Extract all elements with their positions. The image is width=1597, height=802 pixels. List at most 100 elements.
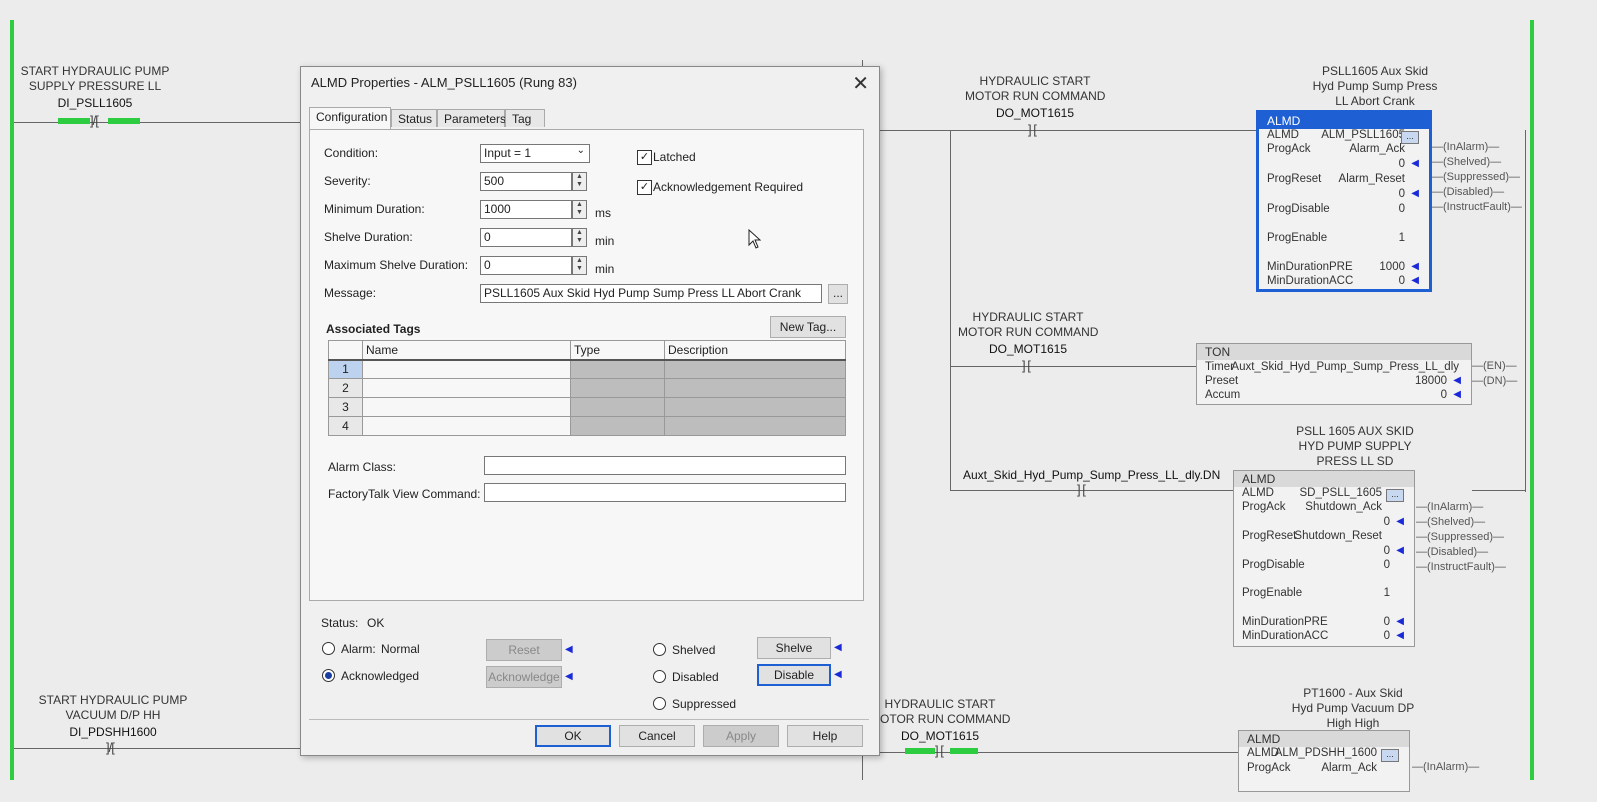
almd-block-alm-pdshh-1600[interactable]: ALMD ALMD ALM_PDSHH_1600... ProgAck Alarm_…: [1238, 730, 1410, 792]
block-row[interactable]: MinDurationACC 0 ◀: [1242, 630, 1408, 644]
min-duration-spinner[interactable]: ▲ ▼: [572, 200, 587, 219]
contact-tag[interactable]: DO_MOT1615: [958, 342, 1098, 357]
almd-properties-dialog[interactable]: ALMD Properties - ALM_PSLL1605 (Rung 83)…: [300, 66, 880, 756]
block-browse-button[interactable]: ...: [1381, 749, 1399, 762]
nc-contact-icon[interactable]: ]/[: [106, 740, 115, 755]
output-coil[interactable]: —(EN)—: [1472, 359, 1517, 374]
tab-status[interactable]: Status: [391, 109, 437, 127]
row-number[interactable]: 1: [328, 359, 363, 379]
apply-button[interactable]: Apply: [703, 725, 779, 747]
shelve-duration-spinner[interactable]: ▲ ▼: [572, 228, 587, 247]
output-coil[interactable]: —(Disabled)—: [1416, 545, 1506, 560]
block-row[interactable]: Preset 18000 ◀: [1205, 375, 1465, 389]
grid-cell-name[interactable]: [362, 359, 571, 379]
rung-wire: [950, 366, 1198, 367]
disable-button[interactable]: Disable: [757, 664, 831, 686]
block-row[interactable]: ProgAck Alarm_Ack: [1267, 143, 1423, 157]
output-coil[interactable]: —(DN)—: [1472, 374, 1517, 389]
block-row[interactable]: 0 ◀: [1242, 516, 1408, 530]
help-button[interactable]: Help: [787, 725, 863, 747]
output-coil[interactable]: —(InstructFault)—: [1416, 560, 1506, 575]
output-coil[interactable]: —(InAlarm)—: [1416, 500, 1506, 515]
ack-required-checkbox[interactable]: ✓: [637, 180, 652, 195]
block-row[interactable]: ProgEnable 1: [1242, 587, 1408, 601]
block-row[interactable]: ProgReset Alarm_Reset: [1267, 173, 1423, 187]
condition-select[interactable]: Input = 1 ⌄: [480, 144, 590, 163]
block-row[interactable]: MinDurationPRE 0 ◀: [1242, 616, 1408, 630]
tab-tag[interactable]: Tag: [505, 109, 545, 127]
min-duration-input[interactable]: 1000: [480, 200, 572, 219]
no-contact-icon[interactable]: ] [: [1077, 482, 1086, 497]
block-row[interactable]: Timer Auxt_Skid_Hyd_Pump_Sump_Press_LL_dl…: [1205, 361, 1465, 375]
block-row[interactable]: MinDurationACC 0 ◀: [1267, 275, 1423, 289]
no-contact-icon[interactable]: ] [: [1022, 358, 1031, 373]
alarm-radio: [322, 642, 335, 655]
block-row[interactable]: 0 ◀: [1267, 158, 1423, 172]
grid-cell-name[interactable]: [362, 397, 571, 417]
ft-view-command-input[interactable]: [484, 483, 846, 502]
table-row[interactable]: 2: [328, 378, 846, 398]
output-coil[interactable]: —(Shelved)—: [1416, 515, 1506, 530]
max-shelve-spinner[interactable]: ▲ ▼: [572, 256, 587, 275]
severity-spinner[interactable]: ▲ ▼: [572, 172, 587, 191]
block-row[interactable]: MinDurationPRE 1000 ◀: [1267, 261, 1423, 275]
output-coil[interactable]: —(Disabled)—: [1432, 185, 1522, 200]
block-row[interactable]: ProgDisable 0: [1267, 203, 1423, 217]
grid-cell-name[interactable]: [362, 378, 571, 398]
row-number[interactable]: 4: [328, 416, 363, 436]
block-row[interactable]: Accum 0 ◀: [1205, 389, 1465, 403]
output-coil[interactable]: —(Shelved)—: [1432, 155, 1522, 170]
almd-block-sd-psll-1605[interactable]: ALMD ALMD SD_PSLL_1605... ProgAck Shutdown…: [1233, 470, 1415, 647]
tab-parameters[interactable]: Parameters: [437, 109, 506, 127]
block-row[interactable]: 0 ◀: [1267, 188, 1423, 202]
table-row[interactable]: 3: [328, 397, 846, 417]
shelve-duration-input[interactable]: 0: [480, 228, 572, 247]
output-coil[interactable]: —(InstructFault)—: [1432, 200, 1522, 215]
new-tag-button[interactable]: New Tag...: [770, 316, 846, 338]
table-row[interactable]: 4: [328, 416, 846, 436]
shelved-label: Shelved: [672, 643, 716, 657]
message-input[interactable]: PSLL1605 Aux Skid Hyd Pump Sump Press LL…: [480, 284, 822, 303]
block-row[interactable]: ALMD SD_PSLL_1605...: [1242, 487, 1408, 502]
output-coil[interactable]: —(Suppressed)—: [1432, 170, 1522, 185]
block-row[interactable]: ALMD ALM_PSLL1605...: [1267, 129, 1423, 144]
block-row[interactable]: ProgAck Alarm_Ack: [1247, 762, 1403, 776]
block-row[interactable]: ProgEnable 1: [1267, 232, 1423, 246]
reset-button[interactable]: Reset: [486, 639, 562, 661]
no-contact-icon[interactable]: ] [: [1028, 122, 1037, 137]
block-row[interactable]: ALMD ALM_PDSHH_1600...: [1247, 747, 1403, 762]
contact-tag[interactable]: DO_MOT1615: [870, 729, 1010, 744]
contact-tag[interactable]: DI_PDSHH1600: [38, 725, 188, 740]
message-browse-button[interactable]: ...: [828, 284, 848, 304]
block-row[interactable]: ProgDisable 0: [1242, 559, 1408, 573]
cancel-button[interactable]: Cancel: [619, 725, 695, 747]
shelve-button[interactable]: Shelve: [757, 637, 831, 659]
block-row[interactable]: ProgAck Shutdown_Ack: [1242, 501, 1408, 515]
contact-tag[interactable]: DI_PSLL1605: [20, 96, 170, 111]
row-number[interactable]: 3: [328, 397, 363, 417]
grid-cell-name[interactable]: [362, 416, 571, 436]
alarm-class-input[interactable]: [484, 456, 846, 475]
no-contact-icon[interactable]: ] [: [935, 743, 944, 758]
max-shelve-input[interactable]: 0: [480, 256, 572, 275]
contact-tag[interactable]: Auxt_Skid_Hyd_Pump_Sump_Press_LL_dly.DN: [963, 468, 1220, 483]
table-row[interactable]: 1: [328, 359, 846, 379]
tab-configuration[interactable]: Configuration: [309, 107, 391, 129]
block-row[interactable]: ProgReset Shutdown_Reset: [1242, 530, 1408, 544]
almd-block-alm-psll1605[interactable]: ALMD ALMD ALM_PSLL1605... ProgAck Alarm_Ac…: [1256, 110, 1432, 292]
nc-contact-icon[interactable]: ]/[: [90, 113, 99, 128]
acknowledge-button[interactable]: Acknowledge: [486, 666, 562, 688]
row-number[interactable]: 2: [328, 378, 363, 398]
output-coil[interactable]: —(InAlarm)—: [1412, 760, 1479, 775]
output-coil[interactable]: —(InAlarm)—: [1432, 140, 1522, 155]
arrow-left-icon: ◀: [1453, 389, 1461, 400]
severity-input[interactable]: 500: [480, 172, 572, 191]
contact-tag[interactable]: DO_MOT1615: [965, 106, 1105, 121]
ton-timer-block[interactable]: TON Timer Auxt_Skid_Hyd_Pump_Sump_Press_L…: [1196, 343, 1472, 405]
row-value: Alarm_Ack: [1321, 762, 1377, 774]
latched-checkbox[interactable]: ✓: [637, 150, 652, 165]
output-coil[interactable]: —(Suppressed)—: [1416, 530, 1506, 545]
block-row[interactable]: 0 ◀: [1242, 545, 1408, 559]
close-icon[interactable]: ✕: [852, 71, 869, 96]
ok-button[interactable]: OK: [535, 725, 611, 747]
